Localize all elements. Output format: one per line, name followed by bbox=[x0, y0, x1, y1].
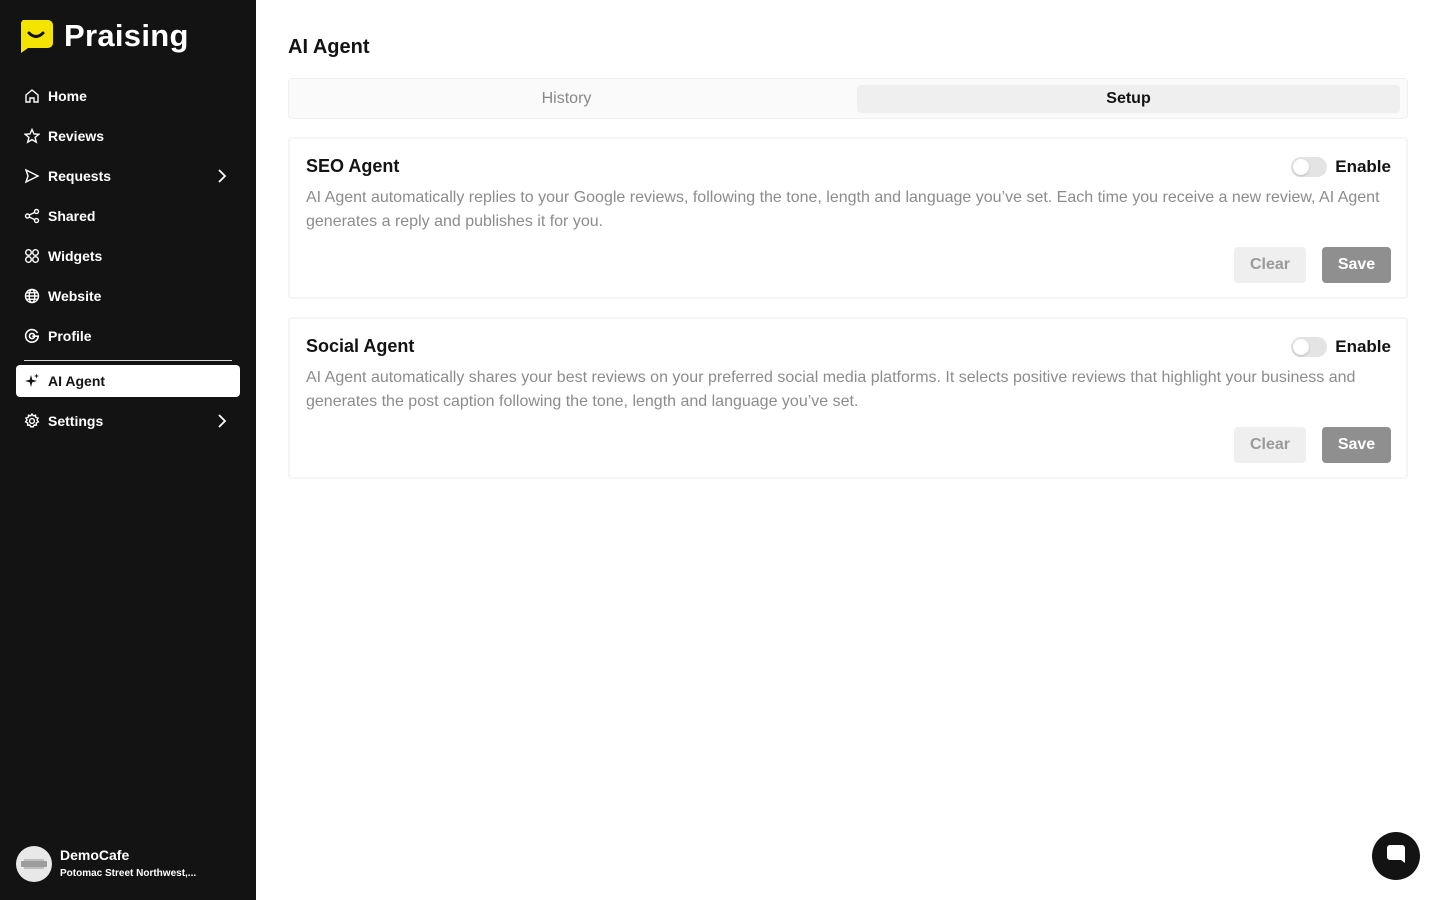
home-icon bbox=[24, 88, 40, 104]
praising-logo-icon bbox=[18, 19, 53, 53]
sidebar-item-reviews[interactable]: Reviews bbox=[16, 116, 240, 156]
chat-launcher-button[interactable] bbox=[1372, 832, 1420, 880]
toggle-knob bbox=[1293, 339, 1310, 355]
tab-setup[interactable]: Setup bbox=[857, 85, 1400, 113]
sidebar-item-ai-agent[interactable]: AI Agent bbox=[16, 365, 240, 397]
google-icon bbox=[24, 328, 40, 344]
sidebar-item-shared[interactable]: Shared bbox=[16, 196, 240, 236]
card-title: Social Agent bbox=[306, 336, 415, 356]
globe-icon bbox=[24, 288, 40, 304]
tab-history[interactable]: History bbox=[295, 85, 838, 113]
send-icon bbox=[24, 168, 40, 184]
sidebar-nav: Home Reviews Requests Shared Widgets Web… bbox=[16, 76, 240, 441]
enable-toggle[interactable] bbox=[1291, 157, 1328, 177]
gear-icon bbox=[24, 413, 40, 429]
sidebar-item-label: AI Agent bbox=[48, 373, 106, 389]
share-icon bbox=[24, 208, 40, 224]
chat-icon bbox=[1385, 843, 1407, 870]
star-icon bbox=[24, 128, 40, 144]
toggle-knob bbox=[1293, 159, 1310, 175]
sidebar-item-label: Settings bbox=[48, 413, 104, 429]
sidebar-divider bbox=[24, 360, 232, 361]
sparkle-icon bbox=[24, 373, 40, 389]
sidebar-item-profile[interactable]: Profile bbox=[16, 316, 240, 356]
social-agent-card: Social Agent Enable AI Agent automatical… bbox=[288, 317, 1408, 479]
sidebar: Praising Home Reviews Requests Shared Wi… bbox=[0, 0, 256, 900]
sidebar-item-website[interactable]: Website bbox=[16, 276, 240, 316]
widgets-icon bbox=[24, 248, 40, 264]
clear-button[interactable]: Clear bbox=[1234, 247, 1306, 283]
account-switcher[interactable]: DemoCafe Potomac Street Northwest,... bbox=[16, 846, 196, 882]
card-description: AI Agent automatically replies to your G… bbox=[306, 189, 1380, 230]
enable-toggle[interactable] bbox=[1291, 337, 1328, 357]
chevron-right-icon bbox=[214, 413, 230, 429]
save-button[interactable]: Save bbox=[1322, 247, 1391, 283]
enable-toggle-group: Enable bbox=[1291, 337, 1391, 357]
card-title: SEO Agent bbox=[306, 156, 400, 176]
tab-bar: History Setup bbox=[288, 78, 1408, 119]
sidebar-item-label: Profile bbox=[48, 328, 92, 344]
enable-toggle-group: Enable bbox=[1291, 157, 1391, 177]
page-title: AI Agent bbox=[288, 36, 370, 58]
sidebar-item-home[interactable]: Home bbox=[16, 76, 240, 116]
seo-agent-card: SEO Agent Enable AI Agent automatically … bbox=[288, 137, 1408, 299]
toggle-label: Enable bbox=[1335, 337, 1391, 356]
brand-logo[interactable]: Praising bbox=[18, 18, 189, 54]
sidebar-item-label: Website bbox=[48, 288, 102, 304]
clear-button[interactable]: Clear bbox=[1234, 427, 1306, 463]
sidebar-item-widgets[interactable]: Widgets bbox=[16, 236, 240, 276]
brand-name: Praising bbox=[64, 18, 189, 53]
card-description: AI Agent automatically shares your best … bbox=[306, 369, 1356, 410]
account-address: Potomac Street Northwest,... bbox=[60, 868, 197, 879]
account-name: DemoCafe bbox=[60, 847, 130, 863]
avatar bbox=[16, 846, 52, 882]
sidebar-item-label: Requests bbox=[48, 168, 112, 184]
sidebar-item-label: Widgets bbox=[48, 248, 103, 264]
toggle-label: Enable bbox=[1335, 157, 1391, 176]
sidebar-item-requests[interactable]: Requests bbox=[16, 156, 240, 196]
sidebar-item-settings[interactable]: Settings bbox=[16, 401, 240, 441]
chevron-right-icon bbox=[214, 168, 230, 184]
sidebar-item-label: Shared bbox=[48, 208, 96, 224]
sidebar-item-label: Reviews bbox=[48, 128, 105, 144]
sidebar-item-label: Home bbox=[48, 88, 87, 104]
save-button[interactable]: Save bbox=[1322, 427, 1391, 463]
